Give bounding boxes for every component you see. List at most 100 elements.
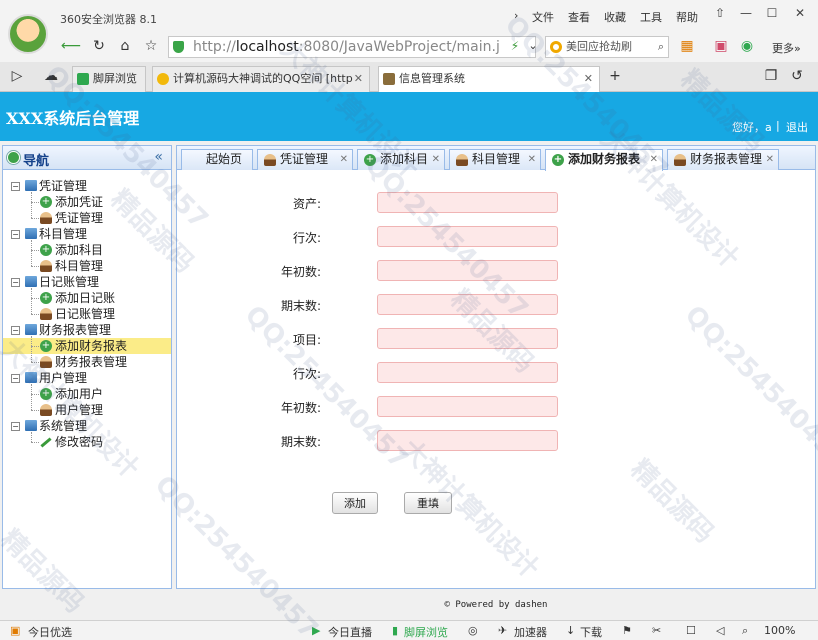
nav-item-label: 用户管理 — [55, 403, 104, 417]
sidebar-toggle-icon[interactable]: ▷ — [6, 66, 28, 86]
content-tab-1[interactable]: 凭证管理 ✕ — [257, 149, 353, 170]
menu-view[interactable]: 查看 — [568, 9, 590, 25]
field-label: 年初数: — [280, 265, 321, 279]
menu-favorites[interactable]: 收藏 — [604, 9, 626, 25]
nav-item-label: 科目管理 — [55, 259, 104, 273]
translate-icon[interactable]: ◎ — [468, 624, 478, 637]
flag-icon[interactable]: ⚑ — [622, 624, 632, 637]
nav-item-5-0[interactable]: 修改密码 — [3, 434, 171, 450]
pin-icon[interactable]: ⇧ — [708, 6, 732, 24]
menu-tools[interactable]: 工具 — [640, 9, 662, 25]
nav-group-4[interactable]: − 用户管理 — [3, 370, 171, 386]
expand-toggle-icon[interactable]: − — [11, 182, 20, 191]
close-tab-icon[interactable]: ✕ — [528, 150, 536, 169]
user-icon — [456, 154, 468, 166]
close-tab-icon[interactable]: ✕ — [584, 67, 593, 91]
url-input[interactable]: http://localhost:8080/JavaWebProject/mai… — [168, 36, 536, 58]
content-tab-0[interactable]: 起始页 — [181, 149, 253, 170]
collapse-icon[interactable]: « — [154, 149, 163, 165]
home-icon[interactable]: ⌂ — [114, 36, 136, 56]
nav-item-4-1[interactable]: 用户管理 — [3, 402, 171, 418]
minimize-button[interactable]: — — [734, 6, 758, 24]
content-tab-3[interactable]: 科目管理 ✕ — [449, 149, 541, 170]
status-live[interactable]: 今日直播 — [328, 624, 372, 640]
nav-item-3-1[interactable]: 财务报表管理 — [3, 354, 171, 370]
content-tab-2[interactable]: + 添加科目 ✕ — [357, 149, 445, 170]
status-accelerator[interactable]: 加速器 — [514, 624, 547, 640]
scissors-icon[interactable]: ✂ — [652, 624, 661, 637]
expand-toggle-icon[interactable]: − — [11, 374, 20, 383]
apps-grid-icon[interactable]: ▦ — [676, 36, 698, 56]
security-icon[interactable]: ◉ — [736, 36, 758, 56]
nav-item-1-0[interactable]: + 添加科目 — [3, 242, 171, 258]
nav-item-2-1[interactable]: 日记账管理 — [3, 306, 171, 322]
browser-tab-system[interactable]: 信息管理系统 ✕ — [378, 66, 600, 92]
nav-item-4-0[interactable]: + 添加用户 — [3, 386, 171, 402]
maximize-button[interactable]: ☐ — [760, 6, 784, 24]
menu-help[interactable]: 帮助 — [676, 9, 698, 25]
field-input[interactable] — [377, 396, 558, 417]
content-tab-5[interactable]: 财务报表管理 ✕ — [667, 149, 779, 170]
field-input[interactable] — [377, 226, 558, 247]
nav-group-3[interactable]: − 财务报表管理 — [3, 322, 171, 338]
field-input[interactable] — [377, 294, 558, 315]
status-zoom[interactable]: 100% — [764, 624, 795, 637]
browser-tab-screen[interactable]: 脚屏浏览 — [72, 66, 146, 92]
status-screen[interactable]: 脚屏浏览 — [404, 624, 448, 640]
nav-group-1[interactable]: − 科目管理 — [3, 226, 171, 242]
field-input[interactable] — [377, 260, 558, 281]
submit-button[interactable]: 添加 — [332, 492, 378, 514]
add-icon: + — [364, 154, 376, 166]
field-input[interactable] — [377, 328, 558, 349]
form-row-6: 年初数: — [177, 396, 815, 418]
refresh-icon[interactable]: ↻ — [88, 36, 110, 56]
close-window-button[interactable]: ✕ — [788, 6, 812, 24]
back-arrow-icon[interactable]: ⟵ — [60, 36, 82, 56]
browser-tab-qq[interactable]: 计算机源码大神调试的QQ空间 [http: ✕ — [152, 66, 370, 92]
undo-icon[interactable]: ↺ — [786, 66, 808, 86]
add-icon: + — [40, 388, 52, 400]
window-icon[interactable]: ☐ — [686, 624, 696, 637]
menu-arrow-icon[interactable]: › — [514, 9, 518, 22]
more-button[interactable]: 更多» — [772, 40, 801, 56]
extension-icon[interactable]: ▣ — [710, 36, 732, 56]
star-icon[interactable]: ☆ — [140, 36, 162, 56]
nav-group-5[interactable]: − 系统管理 — [3, 418, 171, 434]
content-tab-4[interactable]: + 添加财务报表 ✕ — [545, 149, 663, 171]
nav-item-0-1[interactable]: 凭证管理 — [3, 210, 171, 226]
field-input[interactable] — [377, 192, 558, 213]
reset-button[interactable]: 重填 — [404, 492, 452, 514]
search-icon[interactable]: ⌕ — [658, 37, 664, 57]
nav-group-0[interactable]: − 凭证管理 — [3, 178, 171, 194]
expand-toggle-icon[interactable]: − — [11, 278, 20, 287]
close-tab-icon[interactable]: ✕ — [432, 150, 440, 169]
expand-toggle-icon[interactable]: − — [11, 326, 20, 335]
restore-tabs-icon[interactable]: ❐ — [760, 66, 782, 86]
expand-toggle-icon[interactable]: − — [11, 230, 20, 239]
play-icon: ▶ — [312, 624, 321, 637]
field-input[interactable] — [377, 362, 558, 383]
nav-item-0-0[interactable]: + 添加凭证 — [3, 194, 171, 210]
field-input[interactable] — [377, 430, 558, 451]
nav-item-1-1[interactable]: 科目管理 — [3, 258, 171, 274]
menu-file[interactable]: 文件 — [532, 9, 554, 25]
close-tab-icon[interactable]: ✕ — [340, 150, 348, 169]
nav-item-2-0[interactable]: + 添加日记账 — [3, 290, 171, 306]
nav-item-3-0[interactable]: + 添加财务报表 — [3, 338, 171, 354]
cloud-icon[interactable]: ☁ — [40, 66, 62, 86]
status-today-picks[interactable]: 今日优选 — [28, 624, 72, 640]
close-tab-icon[interactable]: ✕ — [354, 67, 363, 91]
chevron-down-icon[interactable]: ⌄ — [522, 36, 544, 56]
expand-toggle-icon[interactable]: − — [11, 422, 20, 431]
status-download[interactable]: 下载 — [580, 624, 602, 640]
close-tab-icon[interactable]: ✕ — [766, 150, 774, 169]
new-tab-icon[interactable]: + — [604, 66, 626, 86]
form-row-5: 行次: — [177, 362, 815, 384]
logout-link[interactable]: 退出 — [786, 119, 808, 135]
search-input[interactable]: 美回应抢劫刷 ⌕ — [545, 36, 669, 58]
nav-group-2[interactable]: − 日记账管理 — [3, 274, 171, 290]
speaker-icon[interactable]: ◁ — [716, 624, 724, 637]
user-avatar[interactable] — [8, 14, 48, 54]
nav-panel: 导航 « − 凭证管理 + 添加凭证 凭证管理 − 科目管理 + 添加科目 科目管理 − 日记账管理 +… — [2, 145, 172, 589]
close-tab-icon[interactable]: ✕ — [650, 150, 658, 169]
